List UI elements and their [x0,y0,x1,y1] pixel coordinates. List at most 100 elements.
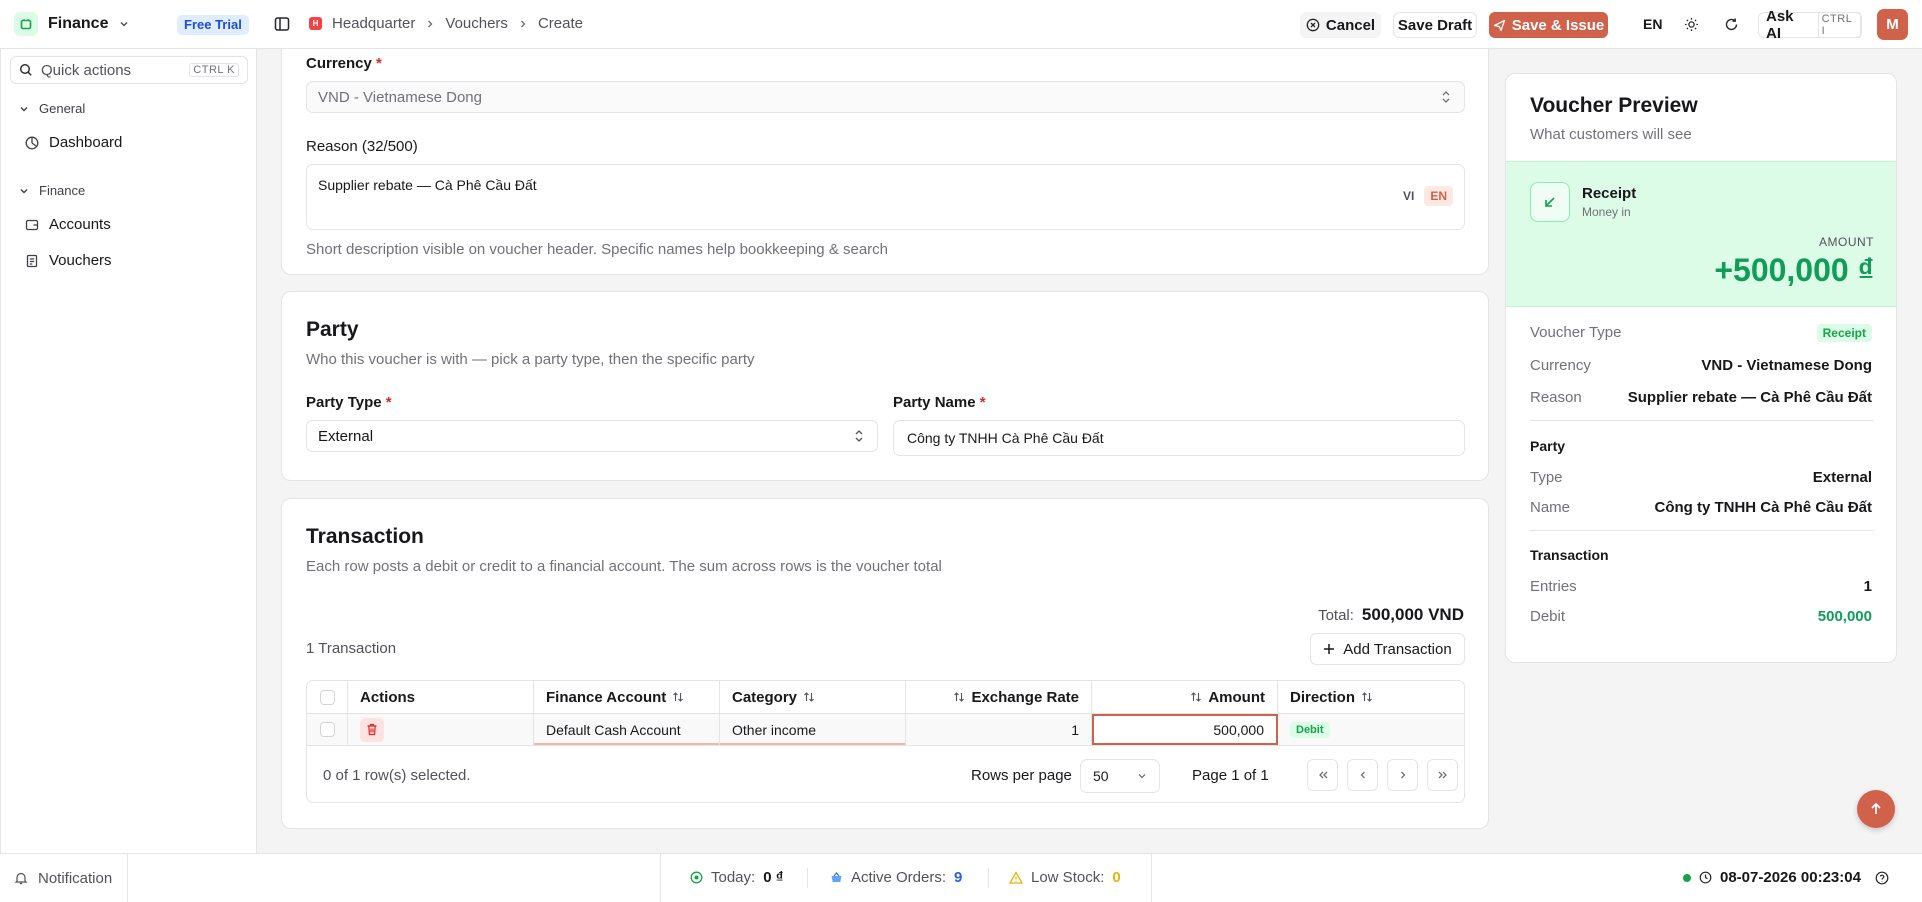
preview-amount-value: +500,000 ₫ [1714,252,1874,288]
party-type-label: Party Type * [306,394,392,411]
column-category[interactable]: Category [720,681,906,713]
row-category[interactable]: Other income [720,714,906,745]
save-draft-button[interactable]: Save Draft [1393,12,1477,38]
preview-title: Voucher Preview [1530,94,1698,117]
party-name-input[interactable]: Công ty TNHH Cà Phê Cầu Đất [893,420,1465,456]
column-exchange-rate[interactable]: Exchange Rate [906,681,1092,713]
direction-badge[interactable]: Debit [1290,721,1330,738]
row-actions-cell [348,714,534,745]
chevrons-left-icon [1317,769,1329,781]
reason-label: Reason (32/500) [306,138,418,155]
preview-amount-panel: Receipt Money in AMOUNT +500,000 ₫ [1506,161,1896,307]
add-transaction-button[interactable]: Add Transaction [1310,633,1465,665]
basket-icon [830,871,843,884]
sort-icon [803,691,815,703]
prev-page-button[interactable] [1347,759,1378,791]
language-toggle: VI EN [1397,186,1454,206]
next-page-button[interactable] [1387,759,1418,791]
preview-party-name-row: Name Công ty TNHH Cà Phê Cầu Đất [1530,499,1872,516]
chevron-right-icon [425,19,435,29]
ask-ai-button[interactable]: Ask AI CTRL I [1758,8,1862,42]
sun-icon[interactable] [1684,17,1699,32]
chevron-left-icon [1357,769,1369,781]
app-logo-icon [14,12,38,36]
preview-type-sub: Money in [1582,205,1631,219]
last-page-button[interactable] [1427,759,1458,791]
sidebar-item-dashboard[interactable]: Dashboard [25,134,122,151]
currency-select[interactable]: VND - Vietnamese Dong [306,81,1465,113]
active-orders-stat[interactable]: Active Orders: 9 [830,869,962,886]
breadcrumb-vouchers[interactable]: Vouchers [445,15,508,32]
column-finance-account[interactable]: Finance Account [534,681,720,713]
preview-subtitle: What customers will see [1530,126,1692,143]
chevron-right-icon [1397,769,1409,781]
save-issue-button[interactable]: Save & Issue [1489,12,1608,38]
wallet-icon [25,218,39,232]
transaction-card: Transaction Each row posts a debit or cr… [281,498,1489,829]
select-all-checkbox[interactable] [319,689,335,705]
language-switch[interactable]: EN [1643,16,1662,32]
details-card: Currency * VND - Vietnamese Dong Reason … [281,49,1489,275]
low-stock-stat[interactable]: Low Stock: 0 [1009,869,1121,886]
reason-textarea[interactable]: Supplier rebate — Cà Phê Cầu Đất [306,164,1465,230]
preview-voucher-type-row: Voucher Type Receipt [1530,324,1872,342]
sort-icon [953,691,965,703]
sidebar-item-vouchers[interactable]: Vouchers [25,252,112,269]
bell-icon [14,871,28,885]
preview-party-type-row: Type External [1530,469,1872,486]
chevron-updown-icon [1440,90,1452,104]
clock-area: 08-07-2026 00:23:04 [1683,869,1889,886]
preview-debit-row: Debit 500,000 [1530,608,1872,625]
search-icon [19,63,33,77]
quick-actions-input[interactable]: Quick actions CTRL K [10,56,248,84]
transaction-subtitle: Each row posts a debit or credit to a fi… [306,558,942,575]
select-all-cell [307,681,348,713]
help-icon[interactable] [1875,871,1889,885]
chevron-updown-icon [853,429,865,443]
row-exchange-rate[interactable]: 1 [906,714,1092,745]
party-subtitle: Who this voucher is with — pick a party … [306,351,755,368]
row-checkbox[interactable] [319,722,335,737]
transaction-count: 1 Transaction [306,640,397,657]
row-select-cell [307,714,348,745]
preview-amount-label: AMOUNT [1819,235,1874,249]
voucher-type-badge: Receipt [1816,324,1872,342]
chevron-down-icon [1137,771,1147,781]
party-type-select[interactable]: External [306,420,878,452]
today-stat[interactable]: Today: 0 ₫ [690,869,783,886]
sidebar-group-general[interactable]: General [19,101,85,116]
avatar[interactable]: M [1877,9,1908,40]
sidebar-toggle-icon[interactable] [274,16,290,32]
column-amount[interactable]: Amount [1092,681,1278,713]
preview-transaction-heading: Transaction [1530,547,1609,563]
rows-per-page-select[interactable]: 50 [1080,759,1160,793]
row-direction-cell: Debit [1278,714,1464,745]
chevron-down-icon [19,186,29,196]
chevron-down-icon [19,104,29,114]
breadcrumb-headquarter[interactable]: Headquarter [332,15,415,32]
ask-ai-shortcut: CTRL I [1817,12,1861,38]
chevron-right-icon [518,19,528,29]
column-direction[interactable]: Direction [1278,681,1464,713]
refresh-icon[interactable] [1724,17,1739,32]
sidebar-item-accounts[interactable]: Accounts [25,216,111,233]
row-finance-account[interactable]: Default Cash Account [534,714,720,745]
headquarter-icon: H [309,17,322,30]
preview-currency-row: Currency VND - Vietnamese Dong [1530,357,1872,374]
lang-vi-button[interactable]: VI [1397,186,1420,206]
app-switcher[interactable]: Finance [14,12,130,36]
lang-en-button[interactable]: EN [1424,186,1454,206]
cancel-button[interactable]: Cancel [1300,12,1381,38]
datetime-display: 08-07-2026 00:23:04 [1720,869,1861,886]
sidebar-group-finance[interactable]: Finance [19,183,85,198]
first-page-button[interactable] [1307,759,1338,791]
scroll-to-top-button[interactable] [1857,790,1895,828]
trial-badge[interactable]: Free Trial [177,15,249,35]
row-amount-input[interactable]: 500,000 [1092,714,1278,745]
delete-row-button[interactable] [360,717,384,742]
notification-button[interactable]: Notification [14,854,128,902]
preview-party-heading: Party [1530,438,1566,454]
arrow-up-icon [1869,802,1883,816]
party-title: Party [306,318,359,341]
reason-help-text: Short description visible on voucher hea… [306,241,889,258]
